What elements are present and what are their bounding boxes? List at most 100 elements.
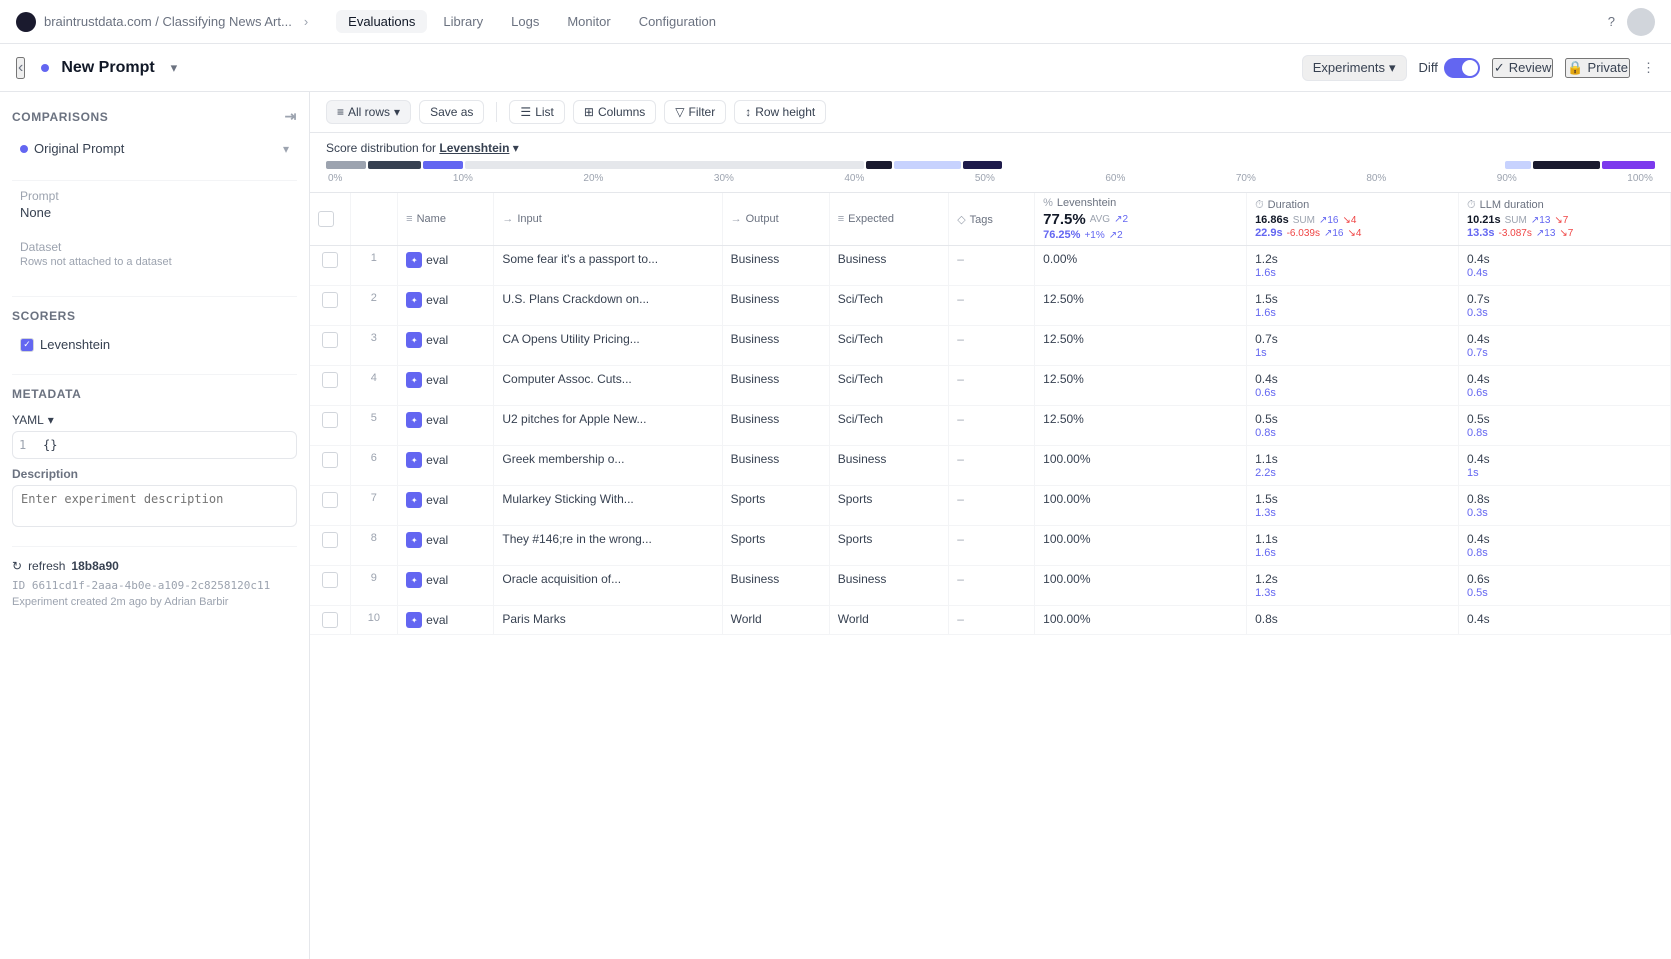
row-checkbox[interactable]	[310, 526, 350, 566]
columns-button[interactable]: ⊞ Columns	[573, 100, 656, 124]
nav-tab-library[interactable]: Library	[431, 10, 495, 33]
row-checkbox[interactable]	[310, 446, 350, 486]
row-checkbox[interactable]	[310, 366, 350, 406]
row-expected: Sports	[829, 486, 948, 526]
row-checkbox[interactable]	[310, 246, 350, 286]
more-options-icon[interactable]: ⋮	[1642, 60, 1655, 76]
row-checkbox[interactable]	[310, 486, 350, 526]
yaml-chevron[interactable]: ▾	[48, 413, 54, 427]
scorers-section: Scorers ✓ Levenshtein	[0, 305, 309, 366]
back-button[interactable]: ‹	[16, 57, 25, 79]
row-output: Sports	[722, 526, 829, 566]
comparisons-collapse[interactable]: ⇥	[285, 108, 297, 125]
table-row[interactable]: 3 ✦ eval CA Opens Utility Pricing... Bus…	[310, 326, 1671, 366]
refresh-id: 18b8a90	[71, 559, 118, 573]
row-number: 9	[350, 566, 398, 606]
llm-secondary: 1s	[1467, 467, 1662, 479]
levenshtein-col-header: %Levenshtein	[1043, 197, 1238, 209]
row-name[interactable]: ✦ eval	[398, 366, 494, 406]
table-row[interactable]: 5 ✦ eval U2 pitches for Apple New... Bus…	[310, 406, 1671, 446]
table-row[interactable]: 6 ✦ eval Greek membership o... Business …	[310, 446, 1671, 486]
th-levenshtein[interactable]: %Levenshtein 77.5% AVG ↗2 76.25%	[1035, 193, 1247, 246]
llm-secondary: 0.3s	[1467, 307, 1662, 319]
table-row[interactable]: 2 ✦ eval U.S. Plans Crackdown on... Busi…	[310, 286, 1671, 326]
row-name[interactable]: ✦ eval	[398, 526, 494, 566]
nav-tab-monitor[interactable]: Monitor	[555, 10, 622, 33]
th-expected[interactable]: ≡Expected	[829, 193, 948, 246]
table-row[interactable]: 1 ✦ eval Some fear it's a passport to...…	[310, 246, 1671, 286]
row-name[interactable]: ✦ eval	[398, 606, 494, 635]
row-checkbox[interactable]	[310, 286, 350, 326]
refresh-icon[interactable]: ↻	[12, 559, 22, 573]
eval-icon: ✦	[406, 372, 422, 388]
all-rows-button[interactable]: ≡ All rows ▾	[326, 100, 411, 124]
llm-primary: 0.6s	[1467, 572, 1662, 586]
table-row[interactable]: 10 ✦ eval Paris Marks World World – 100.…	[310, 606, 1671, 635]
row-name[interactable]: ✦ eval	[398, 486, 494, 526]
llm-secondary: 0.5s	[1467, 587, 1662, 599]
save-as-label: Save as	[430, 105, 473, 119]
row-checkbox[interactable]	[310, 606, 350, 635]
row-name[interactable]: ✦ eval	[398, 286, 494, 326]
row-name[interactable]: ✦ eval	[398, 406, 494, 446]
row-checkbox[interactable]	[310, 566, 350, 606]
llm-primary: 0.8s	[1467, 492, 1662, 506]
table-row[interactable]: 9 ✦ eval Oracle acquisition of... Busine…	[310, 566, 1671, 606]
help-icon[interactable]: ?	[1608, 14, 1615, 29]
th-duration[interactable]: ⏱Duration 16.86s SUM ↗16 ↘4 2	[1247, 193, 1459, 246]
eval-icon: ✦	[406, 612, 422, 628]
llm-secondary: 0.4s	[1467, 267, 1662, 279]
prompt-section: Prompt None	[0, 189, 309, 240]
dur-col-icon: ⏱	[1255, 199, 1264, 211]
th-tags[interactable]: ◇Tags	[949, 193, 1035, 246]
yaml-editor[interactable]: 1 {}	[12, 431, 297, 459]
nav-tab-logs[interactable]: Logs	[499, 10, 551, 33]
llm-diff-neg1: ↘7	[1554, 215, 1568, 226]
dur-primary: 1.2s	[1255, 572, 1450, 586]
eval-icon: ✦	[406, 492, 422, 508]
row-checkbox[interactable]	[310, 406, 350, 446]
private-button[interactable]: 🔒 Private	[1565, 58, 1630, 78]
row-output: Business	[722, 446, 829, 486]
row-name[interactable]: ✦ eval	[398, 326, 494, 366]
nav-tab-evaluations[interactable]: Evaluations	[336, 10, 427, 33]
data-table-wrap: ≡Name →Input →Output ≡Expected ◇Tags	[310, 193, 1671, 959]
user-avatar[interactable]	[1627, 8, 1655, 36]
filter-button[interactable]: ▽ Filter	[664, 100, 726, 124]
eval-icon: ✦	[406, 452, 422, 468]
dur-primary: 0.7s	[1255, 332, 1450, 346]
row-expected: Business	[829, 246, 948, 286]
levenshtein-checkbox[interactable]: ✓	[20, 338, 34, 352]
header-checkbox[interactable]	[318, 211, 334, 227]
row-output: Business	[722, 326, 829, 366]
row-number: 7	[350, 486, 398, 526]
list-button[interactable]: ☰ List	[509, 100, 564, 124]
row-height-button[interactable]: ↕ Row height	[734, 100, 826, 124]
row-name[interactable]: ✦ eval	[398, 246, 494, 286]
description-input[interactable]	[12, 485, 297, 527]
levenshtein-scorer[interactable]: ✓ Levenshtein	[12, 335, 297, 354]
th-input[interactable]: →Input	[494, 193, 722, 246]
row-levenshtein: 100.00%	[1035, 526, 1247, 566]
table-row[interactable]: 8 ✦ eval They #146;re in the wrong... Sp…	[310, 526, 1671, 566]
row-name[interactable]: ✦ eval	[398, 566, 494, 606]
th-name[interactable]: ≡Name	[398, 193, 494, 246]
table-row[interactable]: 4 ✦ eval Computer Assoc. Cuts... Busines…	[310, 366, 1671, 406]
row-output: Business	[722, 406, 829, 446]
prompt-chevron[interactable]: ▾	[171, 60, 178, 76]
row-tags: –	[949, 486, 1035, 526]
row-checkbox[interactable]	[310, 326, 350, 366]
th-output[interactable]: →Output	[722, 193, 829, 246]
table-row[interactable]: 7 ✦ eval Mularkey Sticking With... Sport…	[310, 486, 1671, 526]
diff-toggle[interactable]	[1444, 58, 1480, 78]
original-prompt-item[interactable]: Original Prompt ▾	[12, 137, 297, 160]
check-icon: ✓	[23, 339, 31, 350]
row-expected: Sci/Tech	[829, 406, 948, 446]
row-name[interactable]: ✦ eval	[398, 446, 494, 486]
save-as-button[interactable]: Save as	[419, 100, 484, 124]
nav-tab-configuration[interactable]: Configuration	[627, 10, 728, 33]
row-duration: 1.5s 1.3s	[1247, 486, 1459, 526]
experiments-button[interactable]: Experiments ▾	[1302, 55, 1407, 81]
th-llm-duration[interactable]: ⏱LLM duration 10.21s SUM ↗13 ↘7	[1458, 193, 1670, 246]
review-button[interactable]: ✓ Review	[1492, 58, 1554, 78]
